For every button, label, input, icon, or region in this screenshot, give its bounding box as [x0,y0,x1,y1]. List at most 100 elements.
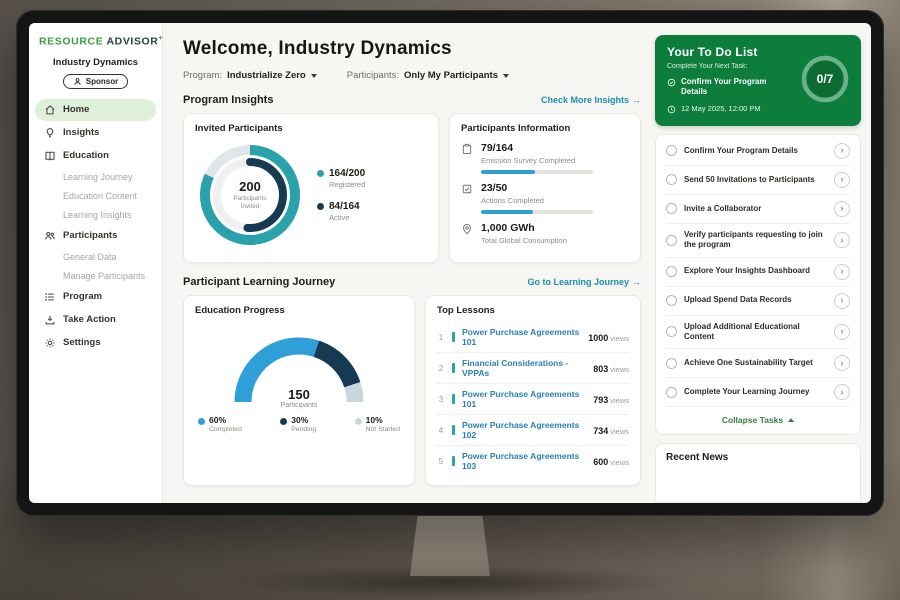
todo-task-row[interactable]: Upload Additional Educational Content › [666,316,850,350]
lesson-title[interactable]: Financial Considerations - VPPAs [462,358,586,378]
sidebar-item-home[interactable]: Home [35,99,156,121]
sidebar-item-program[interactable]: Program [35,286,156,308]
lesson-views: 600views [593,452,629,470]
program-insights-header: Program Insights Check More Insights→ [183,94,641,106]
recent-news-card: Recent News [655,443,861,503]
active-value: 84/164 [329,201,360,212]
sponsor-badge[interactable]: Sponsor [63,74,128,89]
actions-completed-progressbar [481,210,593,214]
todo-task-row[interactable]: Confirm Your Program Details › [666,137,850,166]
program-dropdown[interactable]: Program: Industrialize Zero [183,70,317,81]
task-checkbox[interactable] [666,235,677,246]
task-checkbox[interactable] [666,145,677,156]
chevron-down-icon [503,74,509,78]
participants-dropdown-value: Only My Participants [404,70,498,81]
completed-value: 60% [209,416,242,425]
task-checkbox[interactable] [666,174,677,185]
task-checkbox[interactable] [666,203,677,214]
todo-task-row[interactable]: Achieve One Sustainability Target › [666,349,850,378]
sidebar-item-learning-journey[interactable]: Learning Journey [35,168,156,186]
task-chevron-icon[interactable]: › [834,232,850,248]
check-more-insights-link[interactable]: Check More Insights→ [541,95,641,105]
not-started-dot [355,418,362,425]
learning-journey-header: Participant Learning Journey Go to Learn… [183,276,641,288]
sidebar-item-take-action[interactable]: Take Action [35,309,156,331]
lesson-views-suffix: views [610,334,629,343]
task-checkbox[interactable] [666,295,677,306]
lesson-views-suffix: views [610,427,629,436]
consumption-value: 1,000 GWh [481,222,567,234]
lesson-title[interactable]: Power Purchase Agreements 101 [462,389,586,409]
task-list: Confirm Your Program Details › Send 50 I… [666,137,850,408]
task-chevron-icon[interactable]: › [834,293,850,309]
sidebar-item-general-data[interactable]: General Data [35,248,156,266]
sidebar-item-manage-participants[interactable]: Manage Participants [35,267,156,285]
arrow-right-icon: → [632,95,641,105]
lesson-row[interactable]: 3 Power Purchase Agreements 101 793views [437,384,629,415]
task-chevron-icon[interactable]: › [834,172,850,188]
sidebar-item-learning-insights[interactable]: Learning Insights [35,206,156,224]
lesson-row[interactable]: 1 Power Purchase Agreements 101 1000view… [437,322,629,353]
sidebar-item-education-content[interactable]: Education Content [35,187,156,205]
lesson-row[interactable]: 4 Power Purchase Agreements 102 734views [437,415,629,446]
registered-label: Registered [329,180,365,189]
task-label: Complete Your Learning Journey [684,387,827,397]
brand-logo: RESOURCE ADVISOR+ [35,33,156,48]
task-chevron-icon[interactable]: › [834,264,850,280]
participants-dropdown-label: Participants: [347,70,399,81]
todo-next-task[interactable]: Confirm Your Program Details [667,77,793,98]
go-to-learning-journey-link[interactable]: Go to Learning Journey→ [527,277,641,287]
emission-survey-value: 79/164 [481,142,593,154]
tasks-card: Confirm Your Program Details › Send 50 I… [655,134,861,436]
donut-center-label: 200 Participants Invited [195,140,305,250]
task-chevron-icon[interactable]: › [834,143,850,159]
check-more-insights-text: Check More Insights [541,95,629,105]
sidebar-item-label: Participants [63,230,117,241]
todo-task-row[interactable]: Verify participants requesting to join t… [666,224,850,258]
todo-task-row[interactable]: Upload Spend Data Records › [666,287,850,316]
book-icon [44,150,56,162]
sidebar-item-insights[interactable]: Insights [35,122,156,144]
lesson-title[interactable]: Power Purchase Agreements 101 [462,327,581,347]
lesson-index: 4 [437,426,445,435]
todo-next-task-label: Confirm Your Program Details [681,77,793,98]
lesson-row[interactable]: 2 Financial Considerations - VPPAs 803vi… [437,353,629,384]
lesson-title[interactable]: Power Purchase Agreements 103 [462,451,586,471]
lesson-views-value: 1000 [588,333,608,343]
task-chevron-icon[interactable]: › [834,355,850,371]
active-label: Active [329,213,360,222]
todo-task-row[interactable]: Invite a Collaborator › [666,195,850,224]
sidebar-item-participants[interactable]: Participants [35,225,156,247]
lesson-views: 734views [593,421,629,439]
collapse-tasks-link[interactable]: Collapse Tasks [666,407,850,431]
lesson-marker [452,394,455,404]
sidebar-item-label: Program [63,291,102,302]
task-checkbox[interactable] [666,266,677,277]
registered-dot [317,170,324,177]
lesson-views-value: 600 [593,457,608,467]
participants-dropdown[interactable]: Participants: Only My Participants [347,70,509,81]
todo-task-row[interactable]: Send 50 Invitations to Participants › [666,166,850,195]
main-content: Welcome, Industry Dynamics Program: Indu… [163,23,653,503]
background-scene: RESOURCE ADVISOR+ Industry Dynamics Spon… [0,0,900,600]
gauge-participants-label: Participants [224,402,374,409]
todo-task-row[interactable]: Explore Your Insights Dashboard › [666,258,850,287]
sidebar-item-education[interactable]: Education [35,145,156,167]
task-checkbox[interactable] [666,358,677,369]
task-chevron-icon[interactable]: › [834,324,850,340]
collapse-tasks-label: Collapse Tasks [722,415,783,425]
emission-survey-stat: 79/164 Emission Survey Completed [461,142,629,174]
lesson-row[interactable]: 5 Power Purchase Agreements 103 600views [437,446,629,476]
task-label: Verify participants requesting to join t… [684,230,827,251]
lesson-title[interactable]: Power Purchase Agreements 102 [462,420,586,440]
registered-value: 164/200 [329,168,365,179]
todo-task-row[interactable]: Complete Your Learning Journey › [666,378,850,407]
sidebar-item-label: Take Action [63,314,116,325]
completed-dot [198,418,205,425]
task-checkbox[interactable] [666,387,677,398]
task-checkbox[interactable] [666,326,677,337]
task-chevron-icon[interactable]: › [834,384,850,400]
task-label: Confirm Your Program Details [684,146,827,156]
task-chevron-icon[interactable]: › [834,201,850,217]
sidebar-item-settings[interactable]: Settings [35,332,156,354]
